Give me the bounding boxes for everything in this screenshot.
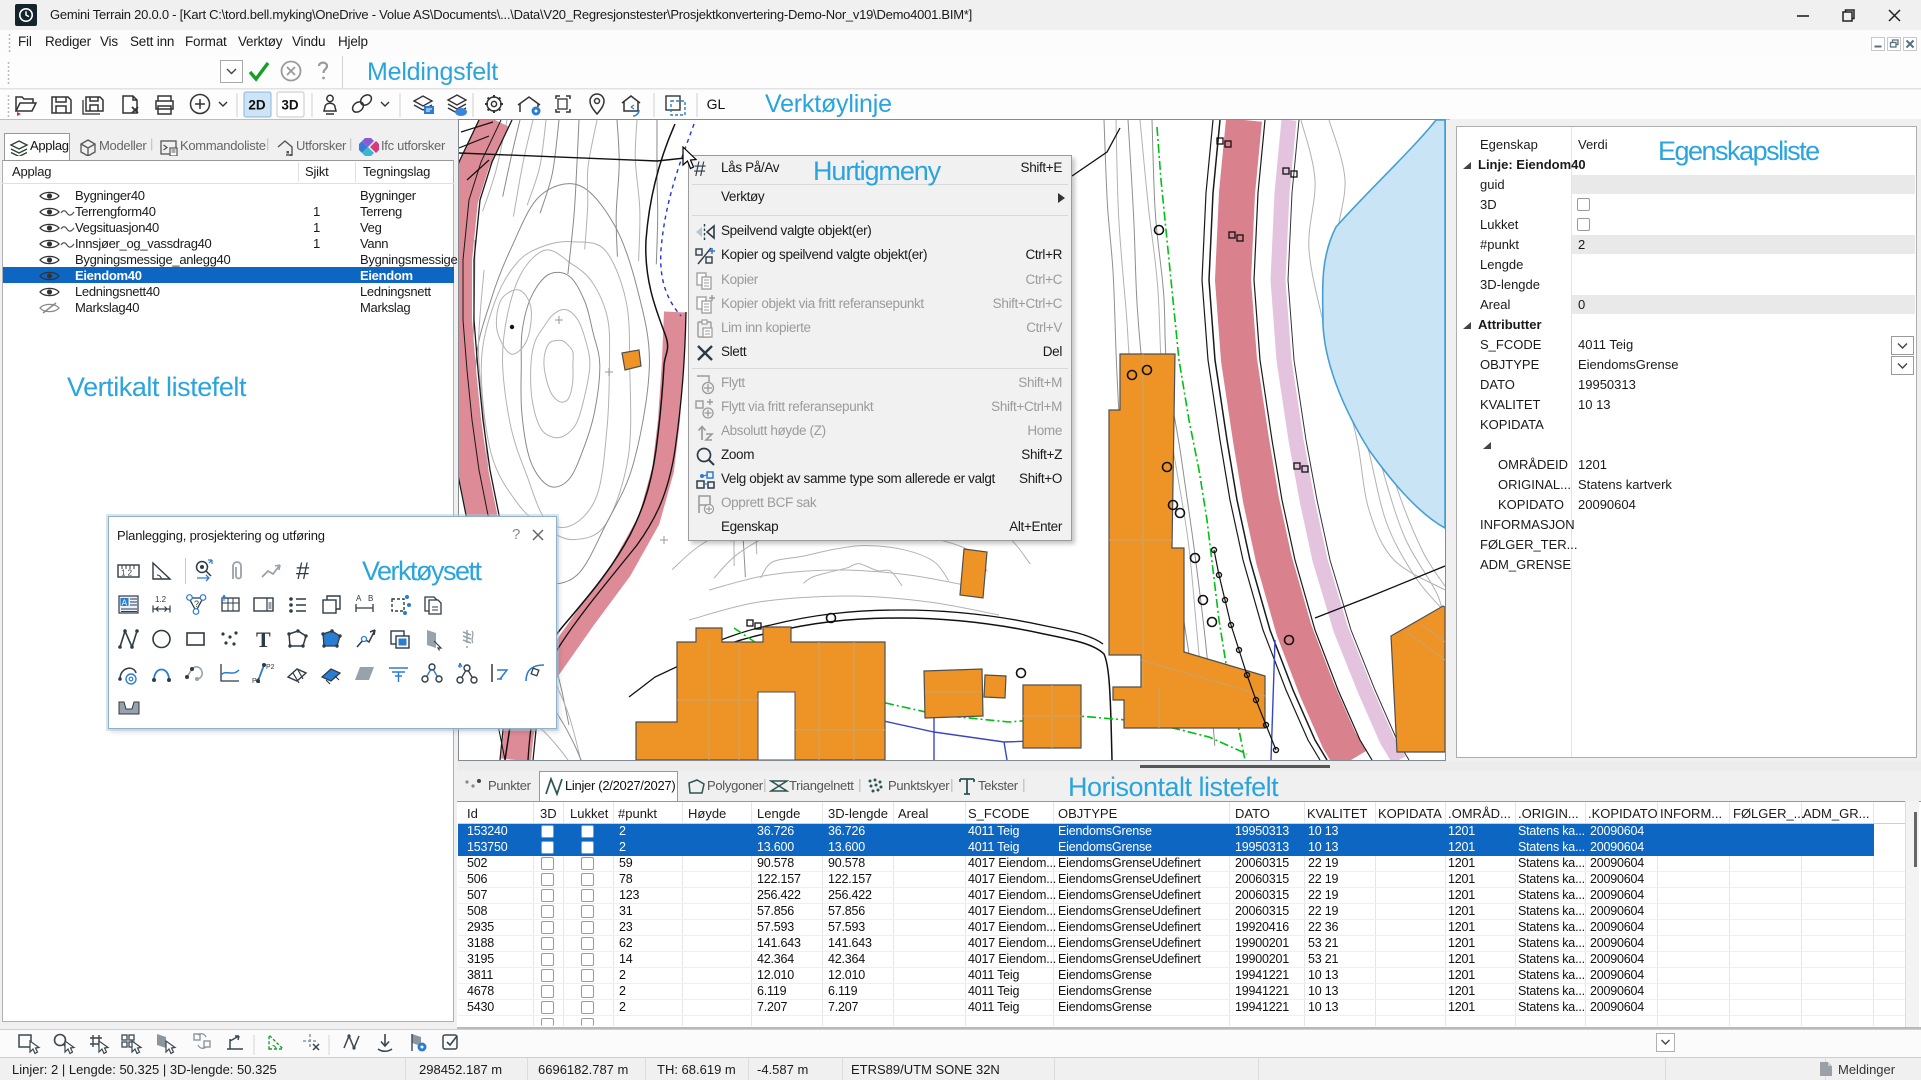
- svg-text:P2: P2: [266, 664, 275, 671]
- svg-text:3D: 3D: [281, 98, 299, 113]
- svg-text:A: A: [356, 594, 362, 603]
- svg-text:?: ?: [194, 599, 199, 609]
- svg-text:2D: 2D: [248, 98, 266, 113]
- svg-text:1 2: 1 2: [121, 569, 133, 578]
- svg-text:1.2: 1.2: [155, 595, 167, 604]
- svg-text:GL: GL: [707, 96, 726, 112]
- svg-text:P1: P1: [252, 678, 261, 685]
- svg-text:T: T: [256, 627, 271, 651]
- svg-text:B: B: [368, 594, 373, 603]
- svg-text:A: A: [122, 598, 128, 608]
- svg-text:#: #: [296, 559, 310, 583]
